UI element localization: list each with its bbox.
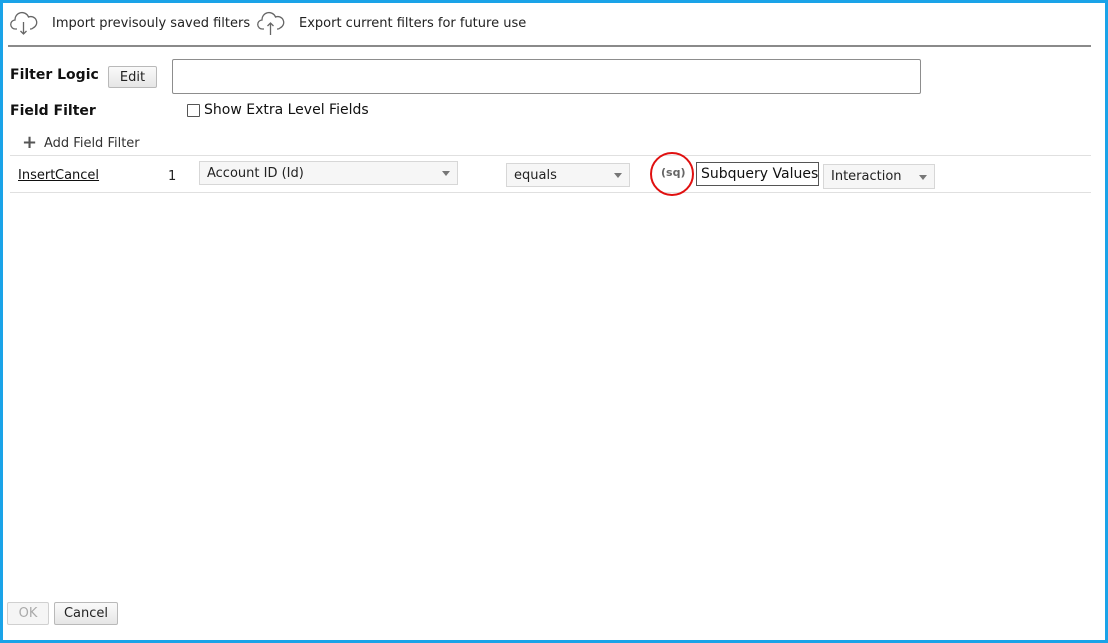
chevron-down-icon [614,173,622,178]
field-filter-label: Field Filter [10,103,96,119]
subquery-values-input[interactable]: Subquery Values [696,162,819,186]
cloud-download-icon [10,10,38,36]
export-filters-button[interactable]: Export current filters for future use [257,10,526,36]
chevron-down-icon [919,174,927,180]
cancel-button[interactable]: Cancel [54,602,118,625]
object-select[interactable]: Interaction [823,164,935,189]
filter-logic-input[interactable] [172,59,921,94]
field-select-value: Account ID (Id) [207,165,304,181]
row-divider-bottom [10,192,1091,193]
field-select[interactable]: Account ID (Id) [199,161,458,185]
highlight-circle [650,152,694,196]
export-filters-label: Export current filters for future use [299,15,527,31]
add-field-filter-button[interactable]: + Add Field Filter [22,133,140,153]
import-filters-button[interactable]: Import previsouly saved filters [10,10,250,36]
add-field-filter-label: Add Field Filter [44,135,140,151]
row-divider-top [10,155,1091,156]
chevron-down-icon [442,171,450,176]
show-extra-fields-checkbox[interactable] [187,104,200,117]
show-extra-fields-label: Show Extra Level Fields [204,102,369,118]
toolbar-divider [8,45,1091,47]
import-filters-label: Import previsouly saved filters [52,15,251,31]
cloud-upload-icon [257,10,285,36]
operator-select[interactable]: equals [506,163,630,187]
dialog-frame [0,0,1108,643]
object-select-value: Interaction [831,169,902,184]
row-index: 1 [168,169,177,184]
ok-button[interactable]: OK [7,602,49,625]
cancel-row-link[interactable]: Cancel [55,168,99,183]
filter-logic-label: Filter Logic [10,67,99,83]
operator-select-value: equals [514,167,557,183]
plus-icon: + [22,132,38,153]
insert-link[interactable]: Insert [18,168,55,183]
edit-logic-button[interactable]: Edit [108,66,157,88]
